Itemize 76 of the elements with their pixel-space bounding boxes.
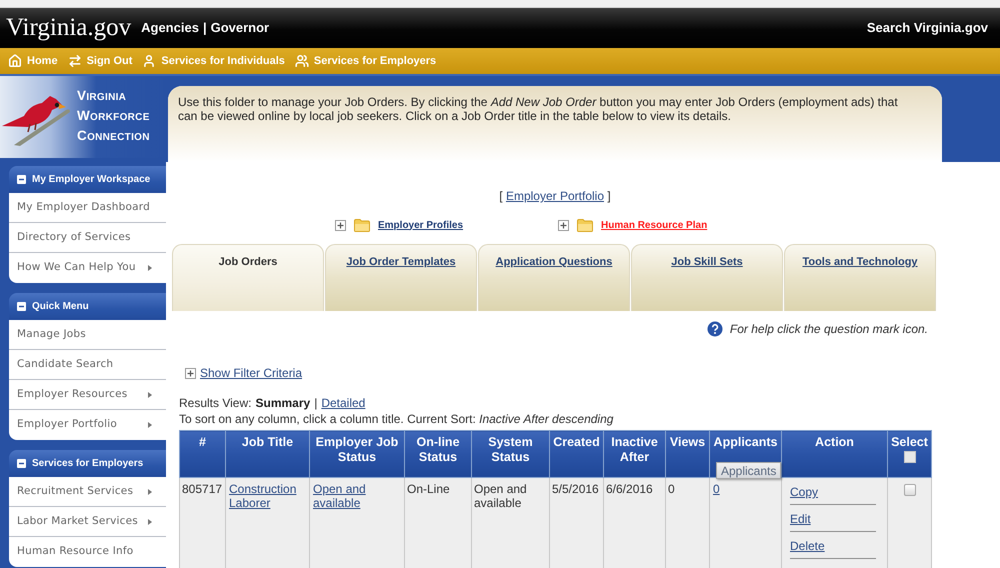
expand-icon[interactable] xyxy=(558,220,570,230)
table-cell: 6/6/2016 xyxy=(604,478,666,568)
sidebar-item[interactable]: Directory of Services xyxy=(9,223,166,253)
folder-icon xyxy=(577,218,594,232)
view-option[interactable]: Summary xyxy=(255,395,310,411)
action-link[interactable]: Delete xyxy=(790,539,825,553)
arrows-icon xyxy=(68,54,82,68)
separator-text: | xyxy=(314,395,318,411)
sidebar-item[interactable]: How We Can Help You xyxy=(9,253,166,283)
sidebar-item[interactable]: Candidate Search xyxy=(9,350,166,380)
home-icon xyxy=(8,54,22,68)
section-title: My Employer Workspace xyxy=(32,173,150,187)
action-link[interactable]: Edit xyxy=(790,512,811,526)
portfolio-text: [ Employer Portfolio ] xyxy=(499,189,611,203)
expand-icon[interactable] xyxy=(335,220,346,230)
checkbox[interactable] xyxy=(904,451,916,463)
folder-link[interactable]: Human Resource Plan xyxy=(601,218,708,232)
table-cell: 5/5/2016 xyxy=(550,478,604,568)
column-header[interactable]: # xyxy=(180,430,226,478)
collapse-icon[interactable] xyxy=(17,459,26,468)
separator-text: | xyxy=(202,19,207,38)
employer-portfolio-link[interactable]: Employer Portfolio xyxy=(506,189,604,203)
sidebar-item[interactable]: Labor Market Services xyxy=(9,507,166,537)
table-cell: 805717 xyxy=(180,478,226,568)
person-icon xyxy=(142,54,156,68)
brand-text: CONNECTION xyxy=(77,127,150,145)
sidebar-item[interactable]: My Employer Dashboard xyxy=(9,193,166,223)
column-header[interactable]: Inactive After xyxy=(604,430,666,478)
brand-text: VIRGINIA xyxy=(77,87,128,105)
table-cell: 0 xyxy=(666,478,710,568)
cell-link[interactable]: Construction Laborer xyxy=(229,482,306,510)
column-header[interactable]: Action xyxy=(782,430,888,478)
tab[interactable]: Job Order Templates xyxy=(325,244,477,311)
folder-icon xyxy=(354,218,370,232)
brand-text: WORKFORCE xyxy=(77,107,150,125)
section-title: Quick Menu xyxy=(32,300,89,314)
help-icon[interactable] xyxy=(706,321,723,337)
column-header[interactable]: Employer Job Status xyxy=(310,430,404,478)
column-header[interactable]: Created xyxy=(550,430,604,478)
sidebar-item[interactable]: Human Resource Info xyxy=(9,537,166,567)
sidebar-item[interactable]: Employer Resources xyxy=(9,380,166,410)
column-header[interactable]: On-line Status xyxy=(404,430,472,478)
section-title: Services for Employers xyxy=(32,457,144,471)
column-header[interactable]: Select xyxy=(888,430,932,478)
tab[interactable]: Tools and Technology xyxy=(784,244,936,311)
sidebar-item[interactable]: Recruitment Services xyxy=(9,477,166,507)
agencies-link[interactable]: Agencies xyxy=(141,18,199,38)
people-icon xyxy=(294,54,309,68)
search-link[interactable]: Search Virginia.gov xyxy=(866,18,988,38)
column-header[interactable]: Job Title xyxy=(226,430,310,478)
view-option[interactable]: Detailed xyxy=(321,395,366,411)
help-text: For help click the question mark icon. xyxy=(730,321,928,338)
tab[interactable]: Job Orders xyxy=(172,244,324,311)
sidebar-item[interactable]: Manage Jobs xyxy=(9,320,166,350)
tooltip: Applicants xyxy=(716,462,782,479)
expand-icon[interactable] xyxy=(185,368,196,378)
cell-link[interactable]: Open and available xyxy=(313,482,401,510)
collapse-icon[interactable] xyxy=(17,302,26,311)
results-view-label: Results View: xyxy=(179,395,252,411)
show-filter-link[interactable]: Show Filter Criteria xyxy=(200,364,302,382)
tab[interactable]: Application Questions xyxy=(478,244,630,311)
checkbox[interactable] xyxy=(904,484,916,496)
table-cell: On-Line xyxy=(404,478,472,568)
collapse-icon[interactable] xyxy=(17,175,26,184)
governor-link[interactable]: Governor xyxy=(210,18,270,38)
tab[interactable]: Job Skill Sets xyxy=(631,244,783,311)
intro-text: Use this folder to manage your Job Orders. By clicking the Add New Job Order button you may enter Job Orders (employment ads) that can be viewed online by local job seekers. Click on a Job Order title in the table below to view its details. xyxy=(178,95,899,123)
table-cell: Open and available xyxy=(472,478,550,568)
column-header[interactable]: System Status xyxy=(472,430,550,478)
cell-link[interactable]: 0 xyxy=(713,482,778,496)
site-logo[interactable]: Virginia.gov xyxy=(6,13,132,43)
column-header[interactable]: Views xyxy=(666,430,710,478)
sidebar-item[interactable]: Employer Portfolio xyxy=(9,410,166,440)
action-link[interactable]: Copy xyxy=(790,485,818,499)
folder-link[interactable]: Employer Profiles xyxy=(378,218,464,232)
sort-note: To sort on any column, click a column title. Current Sort: Inactive After descending xyxy=(179,411,614,427)
